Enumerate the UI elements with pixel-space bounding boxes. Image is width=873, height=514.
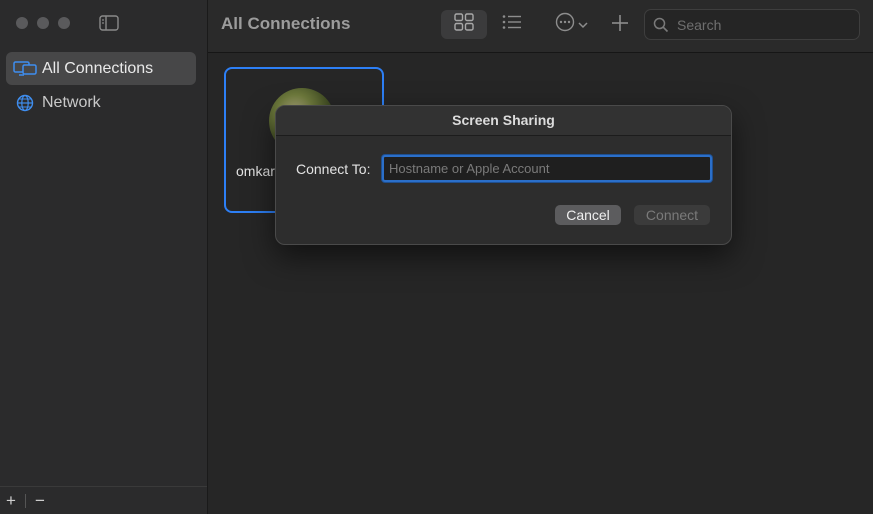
sidebar-footer: + − [0, 486, 207, 514]
window-controls [16, 17, 70, 29]
zoom-window-button[interactable] [58, 17, 70, 29]
connection-name: omkar [236, 163, 275, 179]
list-icon [502, 14, 522, 35]
screen-sharing-dialog: Screen Sharing Connect To: Cancel Connec… [275, 105, 732, 245]
search-input[interactable] [675, 15, 849, 34]
list-view-button[interactable] [498, 10, 526, 39]
sidebar-item-label: Network [42, 93, 101, 111]
connect-button[interactable]: Connect [634, 205, 710, 225]
connect-to-row: Connect To: [296, 155, 712, 182]
close-window-button[interactable] [16, 17, 28, 29]
sidebar: All Connections Network + − [0, 0, 208, 514]
toolbar: All Connections [208, 0, 873, 53]
hostname-input[interactable] [387, 160, 701, 177]
more-actions-button[interactable] [551, 10, 591, 39]
remove-button[interactable]: − [29, 492, 51, 509]
chevron-down-icon [577, 16, 588, 34]
screen-sharing-window: All Connections Network + − All Connecti [0, 0, 873, 514]
sidebar-item-label: All Connections [42, 59, 154, 77]
sidebar-item-all-connections[interactable]: All Connections [6, 52, 196, 85]
display-icon [12, 59, 38, 79]
page-title: All Connections [221, 14, 351, 33]
minimize-window-button[interactable] [37, 17, 49, 29]
cancel-button[interactable]: Cancel [555, 205, 621, 225]
add-connection-button[interactable] [608, 10, 632, 39]
search-icon [653, 17, 669, 33]
search-field[interactable] [644, 9, 860, 40]
divider [25, 493, 26, 508]
main-content: All Connections Search omkar [208, 0, 873, 514]
grid-icon [454, 13, 474, 36]
ellipsis-circle-icon [555, 12, 575, 37]
sidebar-item-network[interactable]: Network [6, 86, 196, 119]
hostname-field[interactable] [382, 155, 712, 182]
connect-to-label: Connect To: [296, 160, 371, 177]
plus-icon [611, 13, 629, 37]
add-button[interactable]: + [0, 492, 22, 509]
grid-view-button[interactable] [441, 10, 487, 39]
sidebar-toggle-icon[interactable] [99, 15, 119, 31]
dialog-title: Screen Sharing [276, 106, 731, 136]
globe-icon [12, 93, 38, 113]
